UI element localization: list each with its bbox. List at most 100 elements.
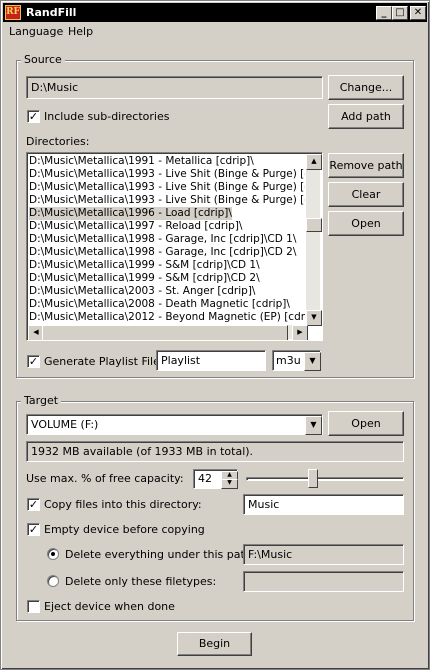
directory-row[interactable]: D:\Music\Metallica\1998 - Garage, Inc [c… [29, 233, 296, 246]
source-group-label: Source [21, 53, 65, 66]
source-open-button-label: Open [351, 217, 381, 230]
arrow-down-icon: ▼ [227, 479, 232, 486]
change-button[interactable]: Change... [328, 75, 404, 100]
change-button-label: Change... [339, 81, 393, 94]
delete-everything-radio[interactable] [47, 548, 59, 560]
chevron-down-icon: ▼ [309, 356, 316, 365]
directory-row[interactable]: D:\Music\Metallica\1993 - Live Shit (Bin… [29, 181, 305, 194]
check-icon: ✓ [28, 523, 39, 536]
delete-path-value: F:\Music [248, 548, 293, 561]
directories-label: Directories: [26, 135, 90, 148]
clear-button-label: Clear [351, 188, 381, 201]
vscroll-thumb[interactable] [306, 218, 322, 232]
menu-language[interactable]: Language [9, 25, 63, 39]
scroll-right-button[interactable]: ▶ [292, 325, 308, 340]
begin-button[interactable]: Begin [177, 632, 252, 656]
arrow-up-icon: ▲ [311, 157, 317, 165]
playlist-format-dropdown-button[interactable]: ▼ [304, 352, 321, 371]
directory-row[interactable]: D:\Music\Metallica\1993 - Live Shit (Bin… [29, 194, 305, 207]
eject-device-checkbox[interactable] [27, 600, 40, 613]
title-bar[interactable]: RF RandFill _ □ ✕ [3, 3, 427, 22]
slider-thumb[interactable] [308, 469, 318, 488]
directories-vscroll[interactable]: ▲ ▼ [306, 154, 322, 326]
logo-icon: RF [5, 5, 21, 20]
close-icon: ✕ [413, 7, 423, 18]
check-icon: ✓ [28, 355, 39, 368]
max-pct-value: 42 [198, 472, 212, 485]
copy-dir-input[interactable]: Music [243, 494, 404, 515]
empty-device-checkbox[interactable]: ✓ [27, 523, 40, 536]
playlist-format-value: m3u [276, 354, 301, 367]
remove-path-button[interactable]: Remove path [328, 153, 404, 178]
directories-hscroll[interactable]: ◀ ▶ [28, 325, 308, 340]
scroll-up-button[interactable]: ▲ [306, 154, 322, 170]
arrow-left-icon: ◀ [33, 328, 39, 336]
playlist-format-select[interactable]: m3u ▼ [272, 350, 321, 371]
max-pct-slider[interactable] [246, 469, 404, 489]
delete-everything-label: Delete everything under this path: [65, 548, 256, 561]
generate-playlist-checkbox[interactable]: ✓ [27, 355, 40, 368]
directories-rows: D:\Music\Metallica\1991 - Metallica [cdr… [27, 153, 305, 325]
spin-down-button[interactable]: ▼ [221, 479, 238, 489]
arrow-down-icon: ▼ [311, 313, 317, 321]
delete-path-field[interactable]: F:\Music [243, 544, 404, 565]
target-device-select[interactable]: VOLUME (F:) ▼ [26, 414, 323, 435]
check-icon: ✓ [28, 110, 39, 123]
target-device-value: VOLUME (F:) [31, 418, 99, 431]
directory-row[interactable]: D:\Music\Metallica\1991 - Metallica [cdr… [29, 155, 254, 168]
source-open-button[interactable]: Open [328, 211, 404, 236]
directory-row[interactable]: D:\Music\Metallica\1996 - Load [cdrip]\ [29, 207, 232, 220]
delete-filetypes-radio[interactable] [47, 575, 59, 587]
maximize-icon: □ [395, 7, 405, 18]
remove-path-button-label: Remove path [329, 159, 403, 172]
directory-row[interactable]: D:\Music\Metallica\1993 - Live Shit (Bin… [29, 168, 305, 181]
include-subdirs-label: Include sub-directories [44, 110, 170, 123]
source-path-value: D:\Music [31, 81, 79, 94]
include-subdirs-checkbox[interactable]: ✓ [27, 110, 40, 123]
menu-help[interactable]: Help [68, 25, 93, 39]
generate-playlist-label: Generate Playlist File [44, 355, 160, 368]
max-pct-spinner[interactable]: 42 ▲ ▼ [193, 469, 238, 489]
chevron-down-icon: ▼ [310, 420, 317, 429]
add-path-button[interactable]: Add path [328, 104, 404, 129]
close-button[interactable]: ✕ [410, 6, 426, 20]
directories-list[interactable]: D:\Music\Metallica\1991 - Metallica [cdr… [26, 152, 323, 341]
target-group-label: Target [21, 394, 62, 407]
hscroll-thumb[interactable] [42, 325, 288, 340]
directory-row[interactable]: D:\Music\Metallica\1999 - S&M [cdrip]\CD… [29, 259, 260, 272]
target-device-dropdown-button[interactable]: ▼ [305, 416, 322, 435]
playlist-name-input[interactable]: Playlist [156, 350, 266, 371]
radio-selected-dot [51, 552, 55, 556]
window-title: RandFill [26, 6, 77, 19]
minimize-icon: _ [381, 7, 387, 18]
arrow-up-icon: ▲ [227, 471, 232, 478]
capacity-field: 1932 MB available (of 1933 MB in total). [26, 441, 404, 462]
delete-filetypes-input[interactable] [243, 571, 404, 592]
target-open-button-label: Open [351, 417, 381, 430]
copy-files-checkbox[interactable]: ✓ [27, 498, 40, 511]
capacity-text: 1932 MB available (of 1933 MB in total). [31, 445, 254, 458]
directory-row[interactable]: D:\Music\Metallica\2012 - Beyond Magneti… [29, 311, 305, 324]
directory-row[interactable]: D:\Music\Metallica\2003 - St. Anger [cdr… [29, 285, 255, 298]
arrow-right-icon: ▶ [297, 328, 303, 336]
clear-button[interactable]: Clear [328, 182, 404, 207]
eject-device-label: Eject device when done [44, 600, 175, 613]
directory-row[interactable]: D:\Music\Metallica\2008 - Death Magnetic… [29, 298, 290, 311]
delete-filetypes-label: Delete only these filetypes: [65, 575, 217, 588]
begin-button-label: Begin [198, 637, 231, 650]
directory-row[interactable]: D:\Music\Metallica\1997 - Reload [cdrip]… [29, 220, 242, 233]
menu-bar: Language Help [3, 22, 427, 42]
slider-track [246, 477, 404, 481]
directory-row[interactable]: D:\Music\Metallica\1998 - Garage, Inc [c… [29, 246, 296, 259]
directory-row[interactable]: D:\Music\Metallica\1999 - S&M [cdrip]\CD… [29, 272, 260, 285]
source-path-field: D:\Music [26, 76, 323, 99]
scroll-down-button[interactable]: ▼ [306, 310, 322, 326]
max-pct-label: Use max. % of free capacity: [26, 472, 184, 485]
empty-device-label: Empty device before copying [44, 523, 205, 536]
copy-dir-value: Music [248, 498, 280, 511]
minimize-button[interactable]: _ [376, 6, 392, 20]
add-path-button-label: Add path [341, 110, 391, 123]
maximize-button[interactable]: □ [392, 6, 408, 20]
check-icon: ✓ [28, 498, 39, 511]
target-open-button[interactable]: Open [328, 411, 404, 436]
